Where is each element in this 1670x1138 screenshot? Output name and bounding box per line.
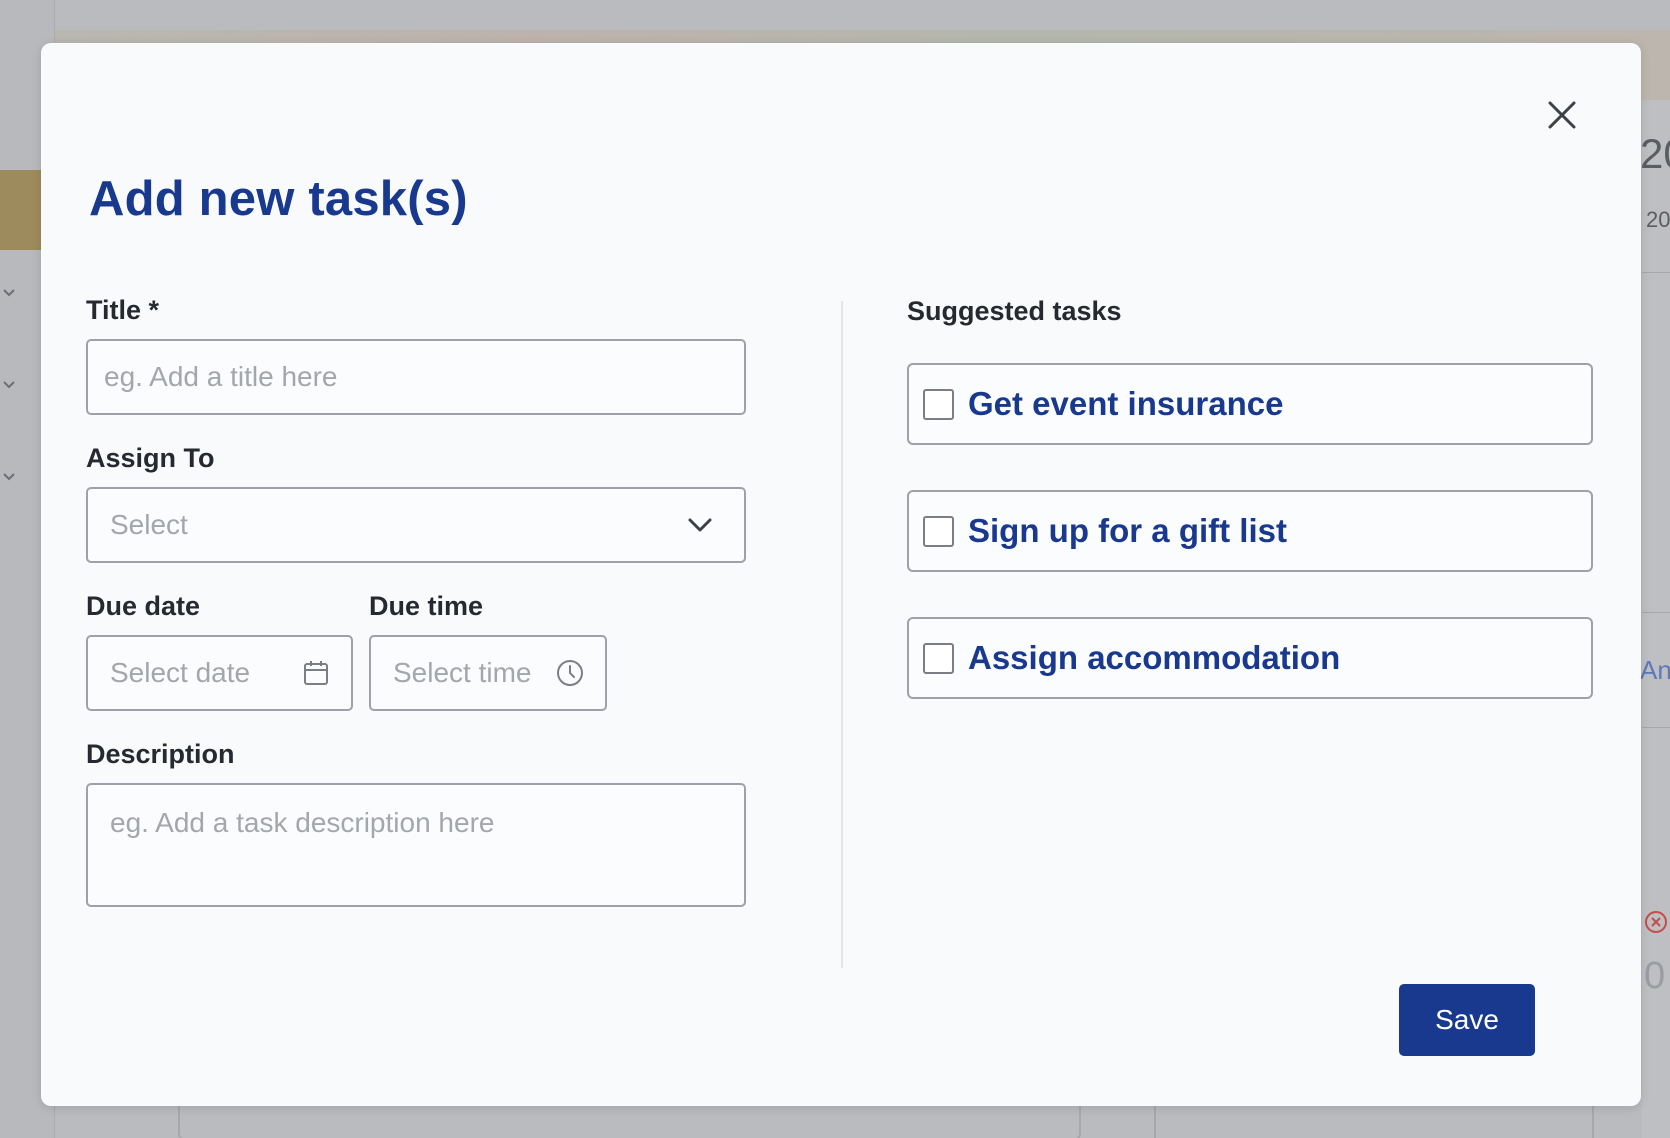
chevron-down-icon xyxy=(3,473,15,481)
backdrop-divider xyxy=(1642,727,1670,728)
due-time-placeholder: Select time xyxy=(393,657,532,688)
add-task-modal: Add new task(s) Title * Assign To Select… xyxy=(41,43,1641,1106)
suggested-task-label: Assign accommodation xyxy=(968,639,1341,676)
backdrop-divider xyxy=(1642,612,1670,613)
suggested-task-label: Get event insurance xyxy=(968,385,1284,422)
modal-title: Add new task(s) xyxy=(89,172,468,226)
suggested-tasks-heading: Suggested tasks xyxy=(907,296,1122,326)
assign-to-value: Select xyxy=(110,509,188,540)
assign-to-label: Assign To xyxy=(86,443,215,473)
task-checkbox[interactable] xyxy=(923,642,954,674)
suggested-task-label: Sign up for a gift list xyxy=(968,512,1287,549)
due-date-label: Due date xyxy=(86,591,201,621)
calendar-icon xyxy=(304,661,328,685)
error-circle-icon xyxy=(1645,911,1667,933)
backdrop-text: 20 xyxy=(1640,130,1670,177)
title-input[interactable] xyxy=(104,361,744,393)
assign-to-select[interactable]: Select xyxy=(86,487,746,563)
backdrop-active-nav-item xyxy=(0,170,42,250)
clock-icon xyxy=(557,660,583,686)
due-date-picker[interactable]: Select date xyxy=(86,635,353,711)
chevron-down-icon xyxy=(688,518,712,532)
title-label: Title * xyxy=(86,295,160,325)
description-label: Description xyxy=(86,739,235,769)
close-icon xyxy=(1548,101,1576,129)
description-textarea[interactable] xyxy=(110,807,722,887)
chevron-down-icon xyxy=(3,381,15,389)
title-field-box xyxy=(86,339,746,415)
description-field-box xyxy=(86,783,746,907)
chevron-down-icon xyxy=(3,289,15,297)
backdrop-text: 0 xyxy=(1644,955,1666,997)
close-button[interactable] xyxy=(1542,95,1582,135)
backdrop-text: 20 xyxy=(1646,207,1670,232)
due-date-placeholder: Select date xyxy=(110,657,251,688)
suggested-task-item[interactable]: Sign up for a gift list xyxy=(907,490,1593,572)
suggested-task-item[interactable]: Get event insurance xyxy=(907,363,1593,445)
backdrop-divider xyxy=(1642,272,1670,273)
column-divider xyxy=(841,301,843,968)
due-time-picker[interactable]: Select time xyxy=(369,635,607,711)
due-time-label: Due time xyxy=(369,591,484,621)
task-checkbox[interactable] xyxy=(923,388,954,420)
suggested-task-item[interactable]: Assign accommodation xyxy=(907,617,1593,699)
save-button[interactable]: Save xyxy=(1399,984,1535,1056)
backdrop-link-text: An xyxy=(1640,655,1670,685)
task-checkbox[interactable] xyxy=(923,515,954,547)
